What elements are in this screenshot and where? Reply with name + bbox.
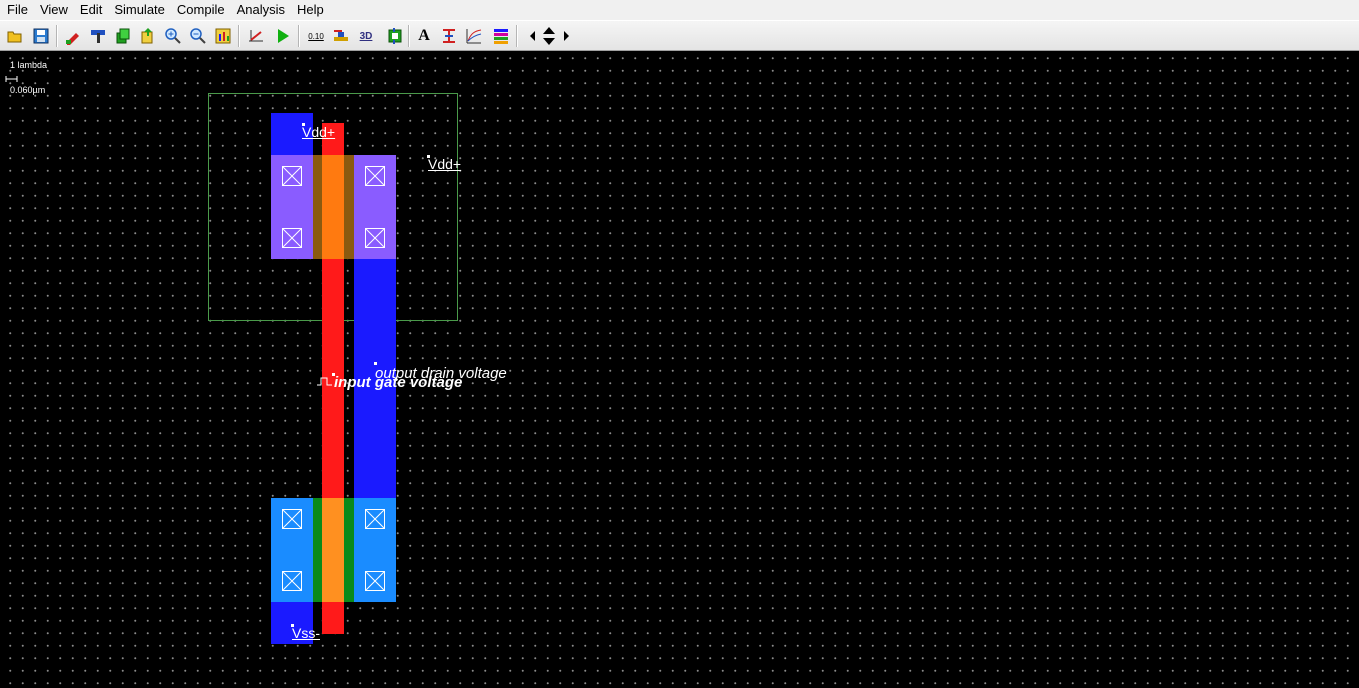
menu-edit[interactable]: Edit — [74, 0, 108, 20]
connection-icon — [91, 30, 105, 43]
run-simulation-icon — [278, 29, 289, 43]
pmos-diffusion-edge-left — [313, 155, 322, 259]
input-gate-voltage-label[interactable]: input gate voltage — [334, 374, 462, 391]
open-icon — [7, 31, 22, 43]
copy-button[interactable] — [112, 25, 134, 47]
interconnect-button[interactable] — [438, 25, 460, 47]
save-button[interactable] — [30, 25, 52, 47]
toolbar-separator — [408, 25, 410, 47]
layers-icon — [494, 29, 508, 44]
arrow-right-icon — [564, 31, 569, 41]
menu-help[interactable]: Help — [291, 0, 330, 20]
menu-file[interactable]: File — [0, 0, 34, 20]
nmos-diffusion-edge-left — [313, 498, 322, 602]
nmos-diffusion-edge-right — [344, 498, 354, 602]
vss-label[interactable]: Vss- — [292, 625, 320, 641]
nmos-gate-channel — [322, 498, 344, 602]
zoom-in-button[interactable] — [162, 25, 184, 47]
arrow-up-down-icon — [543, 27, 555, 45]
scale-size-label: 0.060µm — [10, 85, 46, 95]
measure-icon — [249, 30, 263, 42]
text-button[interactable]: A — [413, 25, 435, 47]
interconnect-icon — [443, 29, 455, 43]
toolbar-separator — [298, 25, 300, 47]
toolbar-separator — [516, 25, 518, 47]
view-all-button[interactable] — [212, 25, 234, 47]
arrow-left-icon — [530, 31, 535, 41]
menu-bar: File View Edit Simulate Compile Analysis… — [0, 0, 1359, 20]
layers-button[interactable] — [490, 25, 512, 47]
move-icon — [141, 28, 153, 44]
zoom-out-icon — [190, 28, 206, 44]
save-icon — [33, 28, 49, 44]
contact[interactable] — [282, 571, 302, 591]
cross-section-button[interactable] — [330, 25, 352, 47]
vdd-top-label[interactable]: Vdd+ — [302, 124, 335, 140]
design-rules-icon: 0.10 — [308, 31, 324, 41]
measure-button[interactable] — [245, 25, 267, 47]
scroll-right-button[interactable] — [555, 25, 577, 47]
scale-lambda-label: 1 lambda — [10, 60, 48, 70]
pmos-diffusion-edge-right — [344, 155, 354, 259]
analysis-chart-button[interactable] — [463, 25, 485, 47]
contact[interactable] — [282, 166, 302, 186]
menu-analysis[interactable]: Analysis — [231, 0, 291, 20]
text-icon: A — [418, 27, 430, 44]
menu-compile[interactable]: Compile — [171, 0, 231, 20]
scale-bar-icon — [5, 76, 18, 82]
contact[interactable] — [282, 228, 302, 248]
edit-layer-icon — [66, 33, 79, 45]
layout-canvas[interactable]: 1 lambda 0.060µm Vdd+ Vdd+ output drain … — [0, 51, 1359, 688]
move-button[interactable] — [137, 25, 159, 47]
edit-layer-button[interactable] — [62, 25, 84, 47]
run-simulation-button[interactable] — [272, 25, 294, 47]
contact[interactable] — [365, 571, 385, 591]
connection-button[interactable] — [87, 25, 109, 47]
mos-generator-button[interactable] — [384, 25, 406, 47]
vdd-right-label[interactable]: Vdd+ — [428, 156, 461, 172]
3d-view-icon: 3D — [359, 30, 373, 42]
zoom-in-icon — [165, 28, 181, 44]
copy-icon — [116, 28, 130, 44]
mos-generator-icon — [388, 28, 402, 44]
analysis-chart-icon — [466, 29, 482, 44]
menu-view[interactable]: View — [34, 0, 74, 20]
design-rules-button[interactable]: 0.10 — [305, 25, 327, 47]
contact[interactable] — [365, 166, 385, 186]
toolbar: 0.10 3D A — [0, 20, 1359, 51]
toolbar-separator — [56, 25, 58, 47]
contact[interactable] — [282, 509, 302, 529]
3d-view-button[interactable]: 3D — [355, 25, 377, 47]
cross-section-icon — [334, 30, 348, 41]
contact[interactable] — [365, 228, 385, 248]
menu-simulate[interactable]: Simulate — [108, 0, 171, 20]
view-all-icon — [215, 28, 231, 44]
contact[interactable] — [365, 509, 385, 529]
pmos-gate-channel — [322, 155, 344, 259]
zoom-out-button[interactable] — [187, 25, 209, 47]
toolbar-separator — [238, 25, 240, 47]
pulse-source-icon — [317, 377, 332, 386]
open-button[interactable] — [4, 25, 26, 47]
